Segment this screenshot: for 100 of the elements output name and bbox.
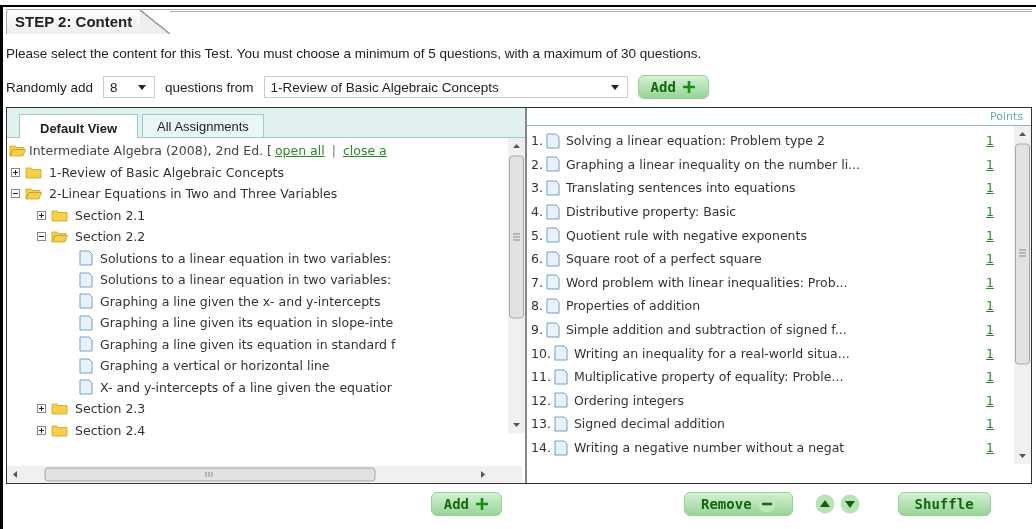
points-link[interactable]: 1 [986,274,1014,290]
tree-item-label[interactable]: Solutions to a linear equation in two variables: [100,272,392,288]
vertical-scrollbar[interactable] [1014,126,1031,464]
question-title[interactable]: Translating sentences into equations [565,180,986,196]
points-link[interactable]: 1 [986,180,1014,196]
points-link[interactable]: 1 [986,392,1014,408]
view-tab[interactable]: All Assignments [142,114,264,137]
question-title[interactable]: Signed decimal addition [573,416,986,432]
tree-folder-label[interactable]: Section 2.3 [75,401,146,417]
view-tab[interactable]: Default View [19,114,139,138]
points-link[interactable]: 1 [986,369,1014,385]
tree-item-label[interactable]: Graphing a line given its equation in slope-inte [100,315,394,331]
question-number: 14. [531,440,551,455]
question-number: 5. [531,227,543,243]
collapse-icon[interactable] [37,232,46,242]
question-number: 4. [531,204,543,220]
source-dropdown[interactable]: 1-Review of Basic Algebraic Concepts [263,76,628,98]
question-title[interactable]: Quotient rule with negative exponents [565,227,986,243]
question-title[interactable]: Writing an inequality for a real-world situa... [573,345,986,361]
question-title[interactable]: Ordering integers [573,392,986,408]
tree-item-label[interactable]: Solutions to a linear equation in two variables: [100,250,392,266]
question-number: 13. [531,416,551,432]
tree-item-label[interactable]: X- and y-intercepts of a line given the equatior [100,379,392,395]
points-link[interactable]: 1 [986,227,1014,243]
count-dropdown[interactable]: 8 [103,76,156,98]
add-button[interactable]: Add [430,492,502,516]
points-link[interactable]: 1 [986,440,1014,455]
points-link[interactable]: 1 [986,345,1014,361]
remove-button[interactable]: Remove [684,492,793,516]
question-title[interactable]: Properties of addition [565,298,986,314]
expand-icon[interactable] [37,210,46,220]
points-link[interactable]: 1 [986,322,1014,338]
minus-icon [757,495,776,513]
tree-root-label: Intermediate Algebra (2008), 2nd Ed. [ [29,143,272,159]
question-number: 11. [531,369,551,385]
open-all-link[interactable]: open all [274,143,325,159]
question-number: 2. [531,156,543,172]
document-icon [553,345,568,362]
move-down-button[interactable] [839,494,860,514]
question-title[interactable]: Simple addition and subtraction of signed f... [565,322,986,338]
document-icon [545,250,560,267]
points-link[interactable]: 1 [986,298,1014,314]
expand-icon[interactable] [11,167,20,177]
question-number: 12. [531,392,551,408]
document-icon [545,321,560,338]
caret-icon [138,84,147,90]
points-link[interactable]: 1 [986,416,1014,432]
tree-item-label[interactable]: Graphing a vertical or horizontal line [100,358,330,374]
document-icon [79,357,93,374]
document-icon [545,180,560,196]
document-icon [79,271,93,288]
question-title[interactable]: Graphing a linear inequality on the number li... [565,156,986,172]
close-all-link[interactable]: close a [342,143,387,159]
question-number: 10. [531,345,551,361]
question-number: 1. [531,133,543,149]
tree-folder-label[interactable]: 1-Review of Basic Algebraic Concepts [49,164,285,180]
plus-icon [681,80,696,94]
vertical-scrollbar[interactable] [508,138,525,433]
shuffle-button[interactable]: Shuffle [897,492,991,516]
document-icon [553,415,568,432]
document-icon [553,368,568,385]
expand-icon[interactable] [37,425,46,435]
folder-icon [51,423,68,437]
collapse-icon[interactable] [11,189,20,199]
tree-folder-label[interactable]: Section 2.1 [75,207,146,223]
tree-folder-label[interactable]: Section 2.4 [75,422,146,438]
plus-icon [475,497,489,511]
question-title[interactable]: Solving a linear equation: Problem type 2 [565,133,986,149]
add-button[interactable]: Add [637,75,709,99]
step-title: STEP 2: Content [6,10,171,34]
tree-item-label[interactable]: Graphing a line given the x- and y-intercepts [100,293,381,309]
tree-folder-label[interactable]: Section 2.2 [75,229,146,245]
question-number: 9. [531,322,543,338]
document-icon [79,314,93,331]
document-icon [545,156,560,173]
tree-item-label[interactable]: Graphing a line given its equation in standard f [100,336,396,352]
points-link[interactable]: 1 [986,133,1014,149]
document-icon [79,250,93,267]
document-icon [79,293,93,310]
question-title[interactable]: Word problem with linear inequalities: Prob... [565,274,986,290]
question-title[interactable]: Writing a negative number without a negat [573,440,986,455]
expand-icon[interactable] [37,404,46,414]
question-number: 6. [531,251,543,267]
randomly-add-label: Randomly add [6,79,94,95]
question-number: 8. [531,298,543,314]
question-title[interactable]: Distributive property: Basic [565,204,986,220]
document-icon [553,392,568,409]
horizontal-scrollbar[interactable] [7,466,522,483]
move-up-button[interactable] [814,494,835,514]
folder-icon [51,402,68,416]
tree-folder-label[interactable]: 2-Linear Equations in Two and Three Variables [49,186,338,202]
question-title[interactable]: Multiplicative property of equality: Proble... [573,369,986,385]
points-link[interactable]: 1 [986,251,1014,267]
question-title[interactable]: Square root of a perfect square [565,251,986,267]
points-link[interactable]: 1 [986,156,1014,172]
document-icon [545,227,560,244]
link-separator: | [331,143,336,159]
document-icon [545,297,560,314]
points-link[interactable]: 1 [986,204,1014,220]
document-icon [553,439,568,456]
